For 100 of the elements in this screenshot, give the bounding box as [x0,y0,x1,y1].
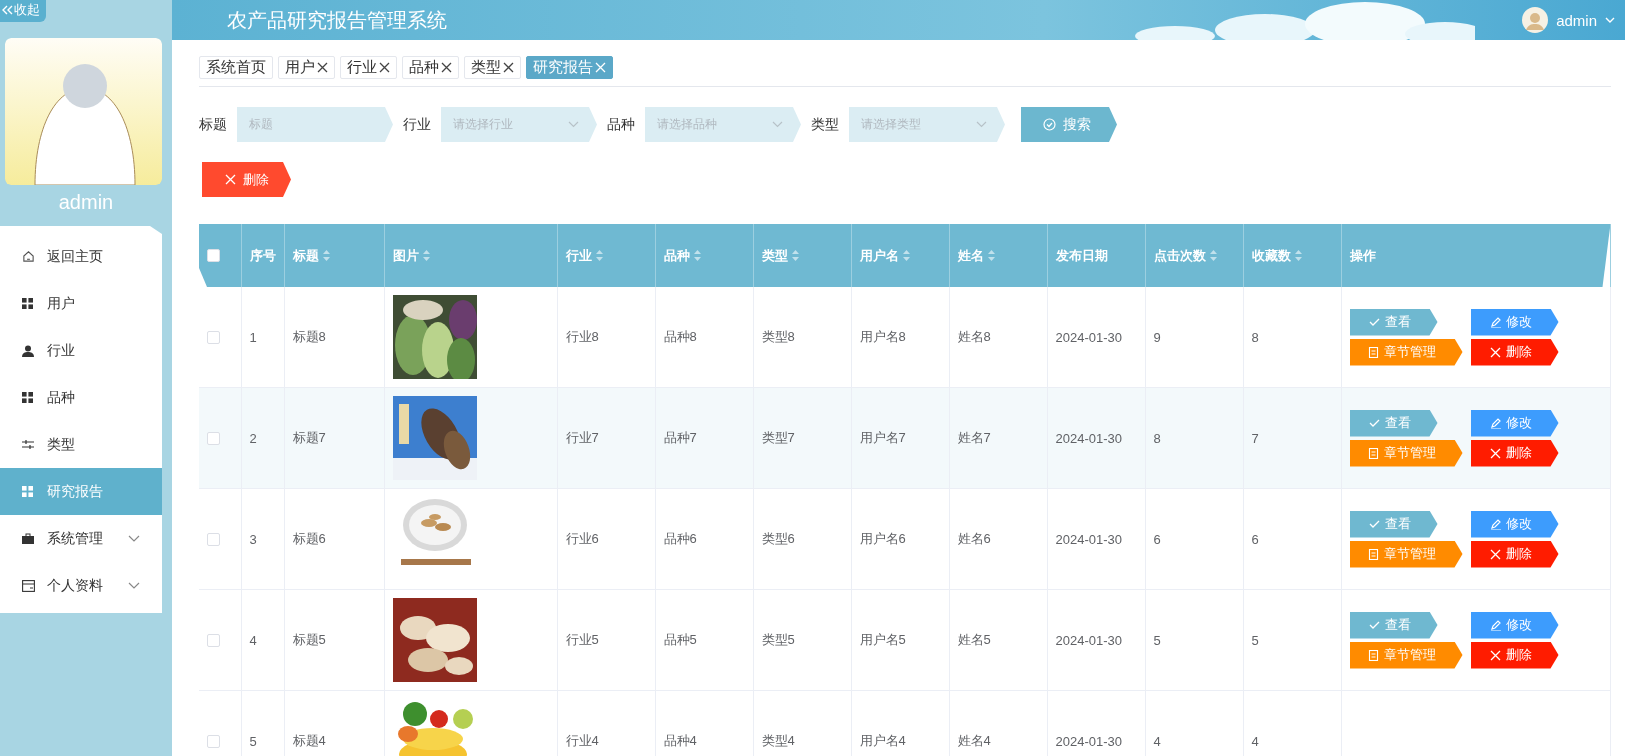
close-icon [225,174,236,185]
collapse-button[interactable]: 收起 [0,0,46,22]
edit-button[interactable]: 修改 [1470,409,1559,437]
view-button[interactable]: 查看 [1349,510,1438,538]
tab[interactable]: 品种 [402,56,459,79]
chapters-button[interactable]: 章节管理 [1349,540,1463,568]
tab[interactable]: 类型 [464,56,521,79]
delete-button[interactable]: 删除 [1470,540,1559,568]
delete-button[interactable]: 删除 [1470,641,1559,669]
column-header: 序号 [241,224,284,287]
column-header[interactable]: 图片 [384,224,557,287]
view-button[interactable]: 查看 [1349,308,1438,336]
close-icon[interactable] [441,62,452,73]
sort-icon[interactable] [987,250,995,261]
sidebar-item[interactable]: 返回主页 [0,233,162,280]
table-cell: 类型4 [761,733,795,748]
tab[interactable]: 研究报告 [526,56,613,79]
table-cell: 用户名4 [859,733,906,748]
sort-icon[interactable] [322,250,330,261]
edit-button[interactable]: 修改 [1470,308,1559,336]
check-circle-icon [1043,118,1056,131]
column-header[interactable]: 类型 [753,224,851,287]
close-icon[interactable] [503,62,514,73]
chevron-icon [568,121,579,128]
table-cell: 5 [1153,632,1161,648]
table-cell: 用户名7 [859,430,906,445]
user-name[interactable]: admin [1556,11,1597,29]
person-icon [22,344,34,357]
checkbox[interactable] [207,734,220,748]
chevron-icon [128,581,140,590]
sort-icon[interactable] [595,250,603,261]
sidebar-item[interactable]: 系统管理 [0,515,162,562]
chapters-button[interactable]: 章节管理 [1349,338,1463,366]
sort-icon[interactable] [693,250,701,261]
table-cell: 姓名8 [957,329,991,344]
table-cell: 2024-01-30 [1055,329,1122,345]
chapters-button[interactable]: 章节管理 [1349,439,1463,467]
document-icon [1368,548,1379,560]
document-icon [1368,346,1379,358]
sort-icon[interactable] [791,250,799,261]
chapters-button[interactable]: 章节管理 [1349,641,1463,669]
column-header[interactable]: 品种 [655,224,753,287]
tab[interactable]: 用户 [278,56,335,79]
column-header[interactable]: 用户名 [851,224,949,287]
table-cell: 5 [249,733,257,749]
view-button[interactable]: 查看 [1349,409,1438,437]
table-cell: 行业8 [565,329,599,344]
column-header[interactable]: 点击次数 [1145,224,1243,287]
column-header[interactable]: 姓名 [949,224,1047,287]
pen-icon [1489,619,1501,631]
checkbox[interactable] [207,633,220,647]
tab[interactable]: 行业 [340,56,397,79]
sidebar-item[interactable]: 个人资料 [0,562,162,609]
close-icon[interactable] [379,62,390,73]
view-button[interactable]: 查看 [1349,611,1438,639]
column-header[interactable]: 行业 [557,224,655,287]
sidebar-item[interactable]: 行业 [0,327,162,374]
delete-button[interactable]: 删除 [1470,439,1559,467]
edit-button[interactable]: 修改 [1470,510,1559,538]
field-label: 标题 [199,115,227,134]
app-title: 农产品研究报告管理系统 [227,7,447,33]
edit-button[interactable]: 修改 [1470,611,1559,639]
sidebar-item[interactable]: 用户 [0,280,162,327]
avatar-icon[interactable] [1522,7,1549,33]
column-header[interactable]: 标题 [284,224,384,287]
sidebar-item[interactable]: 类型 [0,421,162,468]
table-cell: 标题5 [292,632,326,647]
sort-icon[interactable] [902,250,910,261]
username-label: admin [57,191,115,214]
table-cell: 4 [1153,733,1161,749]
delete-button[interactable]: 删除 [1470,338,1559,366]
checkbox[interactable] [207,330,220,344]
table-cell: 6 [1153,531,1161,547]
delete-button[interactable]: 删除 [202,162,291,197]
field-label: 品种 [607,115,635,134]
table-cell: 类型8 [761,329,795,344]
sidebar-item[interactable]: 研究报告 [0,468,162,515]
table-cell: 用户名5 [859,632,906,647]
checkbox[interactable] [207,249,220,262]
document-icon [1368,649,1379,661]
column-header[interactable]: 收藏数 [1243,224,1341,287]
table-cell: 姓名7 [957,430,991,445]
close-icon [1489,548,1501,560]
sort-icon[interactable] [1294,250,1302,261]
pen-icon [1489,417,1501,429]
sort-icon[interactable] [1209,250,1217,261]
search-button[interactable]: 搜索 [1021,107,1117,142]
close-icon[interactable] [317,62,328,73]
tab[interactable]: 系统首页 [199,56,273,79]
close-icon [1489,346,1501,358]
caret-icon[interactable] [1605,16,1615,24]
table-cell: 类型5 [761,632,795,647]
checkbox[interactable] [207,431,220,445]
sort-icon[interactable] [422,250,430,261]
table-cell: 2024-01-30 [1055,531,1122,547]
field-label: 行业 [403,115,431,134]
table-cell: 类型7 [761,430,795,445]
table-cell: 品种4 [663,733,697,748]
checkbox[interactable] [207,532,220,546]
sidebar-item[interactable]: 品种 [0,374,162,421]
